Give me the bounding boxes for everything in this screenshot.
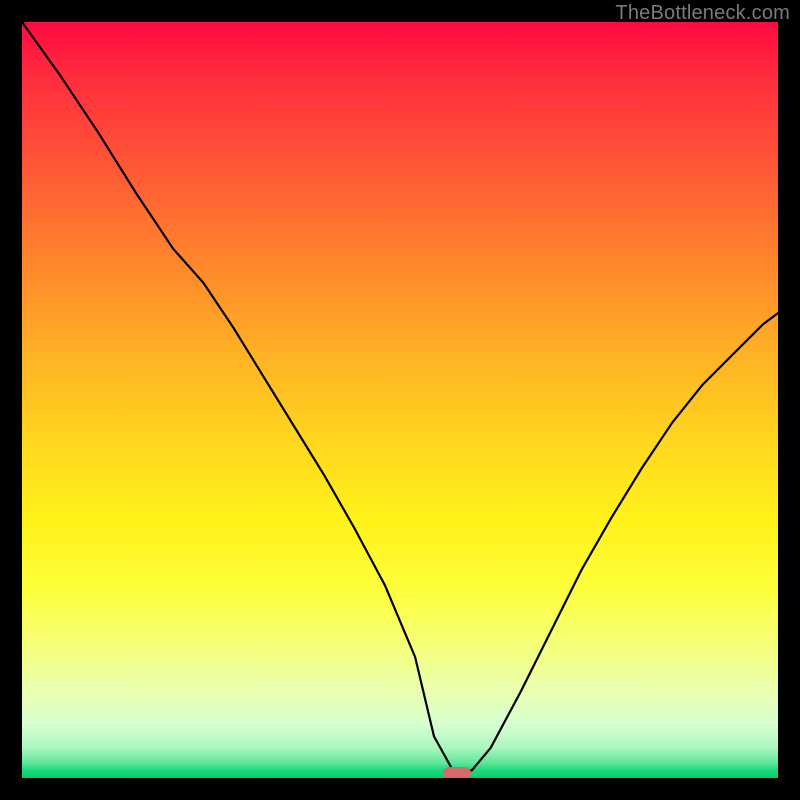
bottleneck-curve [22, 22, 778, 778]
watermark-text: TheBottleneck.com [615, 2, 790, 25]
chart-frame: TheBottleneck.com [0, 0, 800, 800]
plot-area [22, 22, 778, 778]
optimal-point-marker [443, 767, 471, 778]
